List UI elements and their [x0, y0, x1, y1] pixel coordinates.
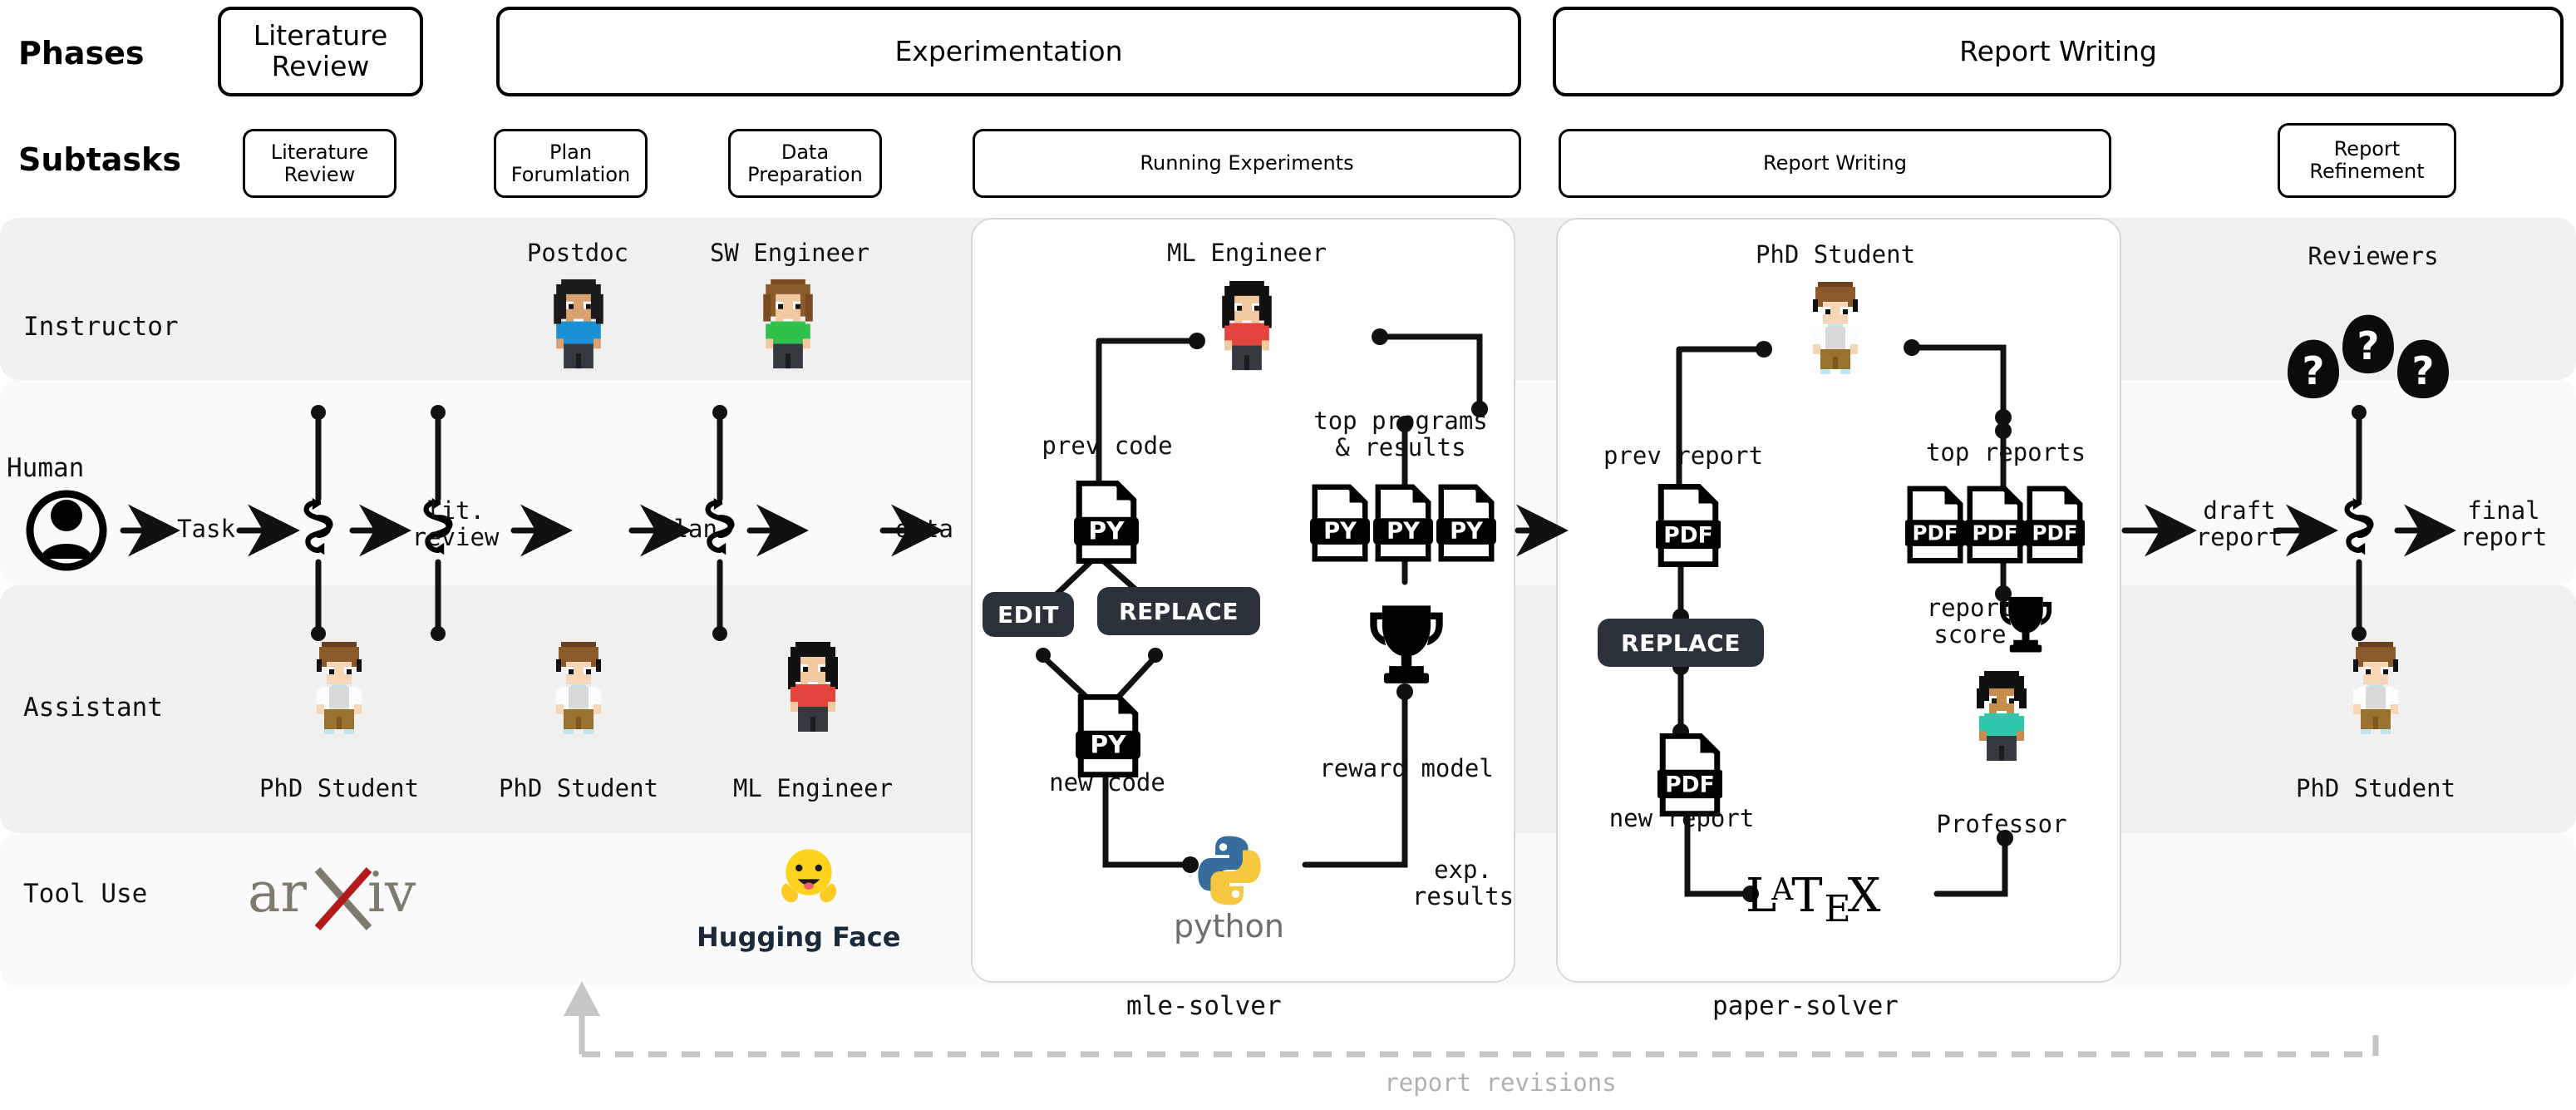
hugging-face-icon[interactable]: [773, 841, 845, 911]
subtask-box-report-writing[interactable]: Report Writing: [1559, 129, 2111, 198]
mle-reward-model-label: reward model: [1319, 754, 1494, 782]
instructor-name-sw-engineer: SW Engineer: [709, 239, 870, 267]
latex-logo: LATEX: [1746, 869, 1881, 930]
mle-new-code-label: new code: [1049, 768, 1165, 797]
hugging-face-label: Hugging Face: [697, 921, 901, 953]
paper-solver-agent-label: PhD Student: [1755, 240, 1916, 269]
subtask-box-report-refinement[interactable]: Report Refinement: [2278, 123, 2456, 198]
mle-action-replace[interactable]: REPLACE: [1097, 587, 1260, 635]
pipeline-label-task: Task: [177, 515, 235, 543]
row-label-human: Human: [7, 453, 85, 483]
assistant-name-3: ML Engineer: [732, 774, 894, 802]
arxiv-logo[interactable]: ar iv: [241, 851, 426, 935]
paper-action-replace[interactable]: REPLACE: [1598, 619, 1764, 667]
paper-prev-report-label: prev report: [1603, 442, 1764, 470]
pipeline-label-data: data: [895, 515, 953, 543]
row-label-tooluse: Tool Use: [23, 879, 148, 909]
sprite-professor: [1977, 671, 2027, 761]
mle-prev-code-label: prev code: [1042, 432, 1173, 460]
subtask-box-running-experiments[interactable]: Running Experiments: [973, 129, 1521, 198]
phases-header-label: Phases: [18, 35, 145, 72]
instructor-name-reviewers: Reviewers: [2308, 242, 2439, 270]
pipeline-label-plan: plan: [659, 515, 717, 543]
python-label: python: [1174, 908, 1284, 945]
svg-text:ar: ar: [248, 861, 307, 925]
assistant-name-2: PhD Student: [498, 774, 659, 802]
paper-professor-label: Professor: [1936, 810, 2067, 838]
row-label-assistant: Assistant: [23, 693, 163, 723]
instructor-name-postdoc: Postdoc: [526, 239, 629, 267]
subtask-box-plan-forumlation[interactable]: Plan Forumlation: [494, 129, 648, 198]
mle-action-edit[interactable]: EDIT: [983, 592, 1074, 637]
sprite-sw-engineer: [763, 279, 813, 369]
paper-new-report-label: new report: [1608, 804, 1755, 832]
paper-solver-name-label: paper-solver: [1712, 991, 1899, 1021]
subtask-box-data-preparation[interactable]: Data Preparation: [728, 129, 882, 198]
pipeline-label-draft-report: draft report: [2195, 496, 2283, 552]
mle-top-programs-label: top programs & results: [1313, 407, 1488, 462]
subtasks-header-label: Subtasks: [18, 141, 181, 178]
mle-exp-results-label: exp. results: [1411, 856, 1515, 911]
sprite-assistant-phd-3: [2353, 642, 2398, 734]
report-revisions-label: report revisions: [1384, 1068, 1617, 1097]
phase-box-literature-review[interactable]: Literature Review: [218, 7, 423, 96]
phase-box-report-writing[interactable]: Report Writing: [1553, 7, 2564, 96]
mle-solver-agent-label: ML Engineer: [1166, 239, 1327, 267]
phase-box-experimentation[interactable]: Experimentation: [496, 7, 1521, 96]
assistant-name-4: PhD Student: [2295, 774, 2456, 802]
paper-top-reports-label: top reports: [1925, 438, 2086, 466]
subtask-box-literature-review[interactable]: Literature Review: [243, 129, 396, 198]
sprite-assistant-ml-engineer: [788, 642, 838, 732]
paper-report-score-label: report score: [1926, 594, 2014, 649]
sprite-assistant-phd-1: [317, 642, 362, 734]
sprite-assistant-phd-2: [556, 642, 601, 734]
python-logo[interactable]: [1190, 831, 1268, 910]
svg-text:iv: iv: [367, 861, 416, 925]
sprite-ml-engineer: [1222, 280, 1272, 371]
mle-solver-name-label: mle-solver: [1126, 991, 1282, 1021]
pipeline-label-final-report: final report: [2460, 496, 2548, 552]
assistant-name-1: PhD Student: [259, 774, 420, 802]
sprite-phd-student-paper: [1813, 282, 1858, 374]
sprite-postdoc: [554, 279, 603, 369]
pipeline-label-lit-review: lit. review: [411, 496, 500, 552]
row-label-instructor: Instructor: [23, 312, 179, 342]
